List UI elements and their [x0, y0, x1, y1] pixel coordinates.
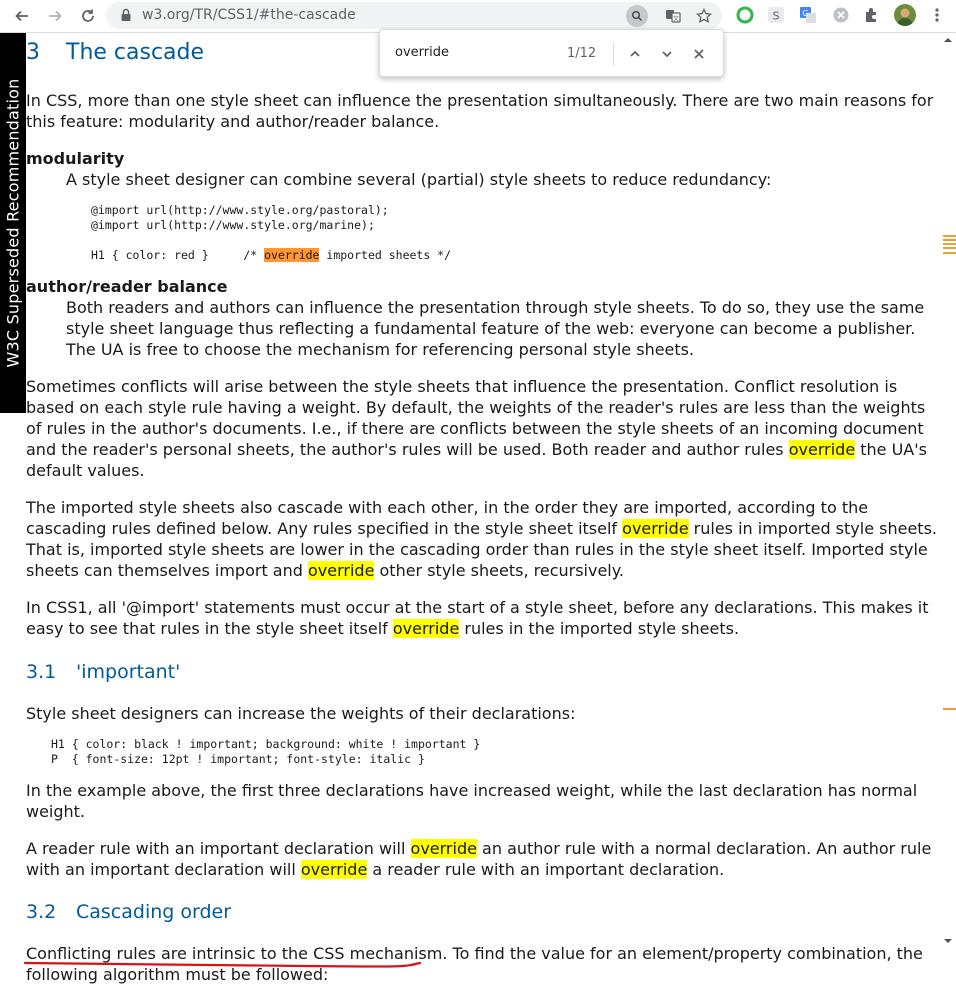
section-number: 3 — [26, 40, 40, 65]
scroll-down-arrow-icon[interactable] — [943, 936, 953, 946]
find-match: override — [300, 860, 368, 879]
intro-paragraph: In CSS, more than one style sheet can in… — [26, 91, 934, 131]
annotated-phrase: Conflicting rules are intrinsic to the C… — [24, 943, 442, 968]
close-icon — [694, 49, 704, 59]
find-match: override — [308, 561, 375, 580]
paragraph-text: A reader rule with an important declarat… — [26, 839, 411, 858]
back-button[interactable] — [10, 4, 34, 28]
find-input[interactable]: override — [395, 45, 545, 63]
find-match: override — [392, 619, 460, 638]
reload-button[interactable] — [76, 4, 100, 28]
bookmark-star-icon[interactable] — [693, 5, 715, 27]
term-modularity: modularity — [26, 149, 125, 168]
example-explanation-paragraph: In the example above, the first three de… — [26, 781, 918, 821]
reasons-list: modularity A style sheet designer can co… — [26, 148, 940, 360]
extension-s-icon[interactable]: S — [766, 5, 786, 25]
term-author-reader-balance: author/reader balance — [26, 277, 228, 296]
arrow-left-icon — [15, 10, 28, 22]
code-line: imported sheets */ — [319, 248, 452, 262]
arrow-right-icon — [49, 10, 62, 22]
code-line: @import url(http://www.style.org/pastora… — [91, 203, 389, 217]
find-match-count: 1/12 — [567, 46, 597, 61]
find-marker — [943, 235, 956, 237]
forward-button[interactable] — [43, 4, 67, 28]
code-line: P { font-size: 12pt ! important; font-st… — [51, 752, 425, 766]
red-underline-annotation — [24, 961, 422, 968]
code-line: H1 { color: black ! important; backgroun… — [51, 737, 481, 751]
extension-green-circle-icon[interactable] — [735, 5, 755, 25]
scroll-up-arrow-icon[interactable] — [943, 35, 953, 45]
svg-text:G: G — [802, 9, 808, 18]
extensions-puzzle-icon[interactable] — [862, 5, 882, 25]
find-marker — [943, 252, 956, 254]
svg-text:S: S — [773, 10, 780, 23]
find-match: override — [410, 839, 477, 858]
url-text: w3.org/TR/CSS1/#the-cascade — [142, 7, 356, 23]
conflicting-rules-paragraph: Conflicting rules are intrinsic to the C… — [24, 943, 940, 985]
chevron-down-icon — [662, 51, 672, 58]
lock-icon — [121, 8, 131, 21]
code-line: @import url(http://www.style.org/marine)… — [91, 218, 375, 232]
profile-avatar[interactable] — [894, 4, 916, 26]
find-match: override — [622, 519, 689, 538]
reload-icon — [82, 9, 94, 22]
menu-kebab-icon[interactable] — [927, 5, 947, 25]
find-divider — [613, 42, 614, 66]
reader-rule-paragraph: A reader rule with an important declarat… — [26, 838, 940, 880]
section-number: 3.1 — [26, 661, 57, 683]
find-marker — [943, 708, 956, 710]
svg-text:文: 文 — [673, 15, 679, 23]
code-example-important: H1 { color: black ! important; backgroun… — [51, 737, 940, 767]
find-bar: override 1/12 — [379, 29, 724, 77]
find-in-page-icon[interactable] — [626, 5, 648, 27]
find-next-button[interactable] — [655, 42, 679, 66]
imported-sheets-paragraph: The imported style sheets also cascade w… — [26, 497, 940, 581]
find-match-current: override — [264, 248, 320, 262]
definition-text: A style sheet designer can combine sever… — [66, 170, 772, 189]
paragraph-text: rules in the imported style sheets. — [459, 619, 740, 638]
section-number: 3.2 — [26, 901, 57, 923]
conflicts-paragraph: Sometimes conflicts will arise between t… — [26, 376, 940, 481]
section-title: The cascade — [66, 40, 205, 65]
find-marker-current — [943, 239, 956, 241]
find-match: override — [788, 440, 856, 459]
vertical-scrollbar[interactable] — [940, 33, 956, 948]
extension-translate-icon[interactable]: G — [798, 5, 818, 25]
definition-modularity: A style sheet designer can combine sever… — [66, 169, 940, 263]
find-previous-button[interactable] — [623, 42, 647, 66]
import-statements-paragraph: In CSS1, all '@import' statements must o… — [26, 597, 940, 639]
section-title: Cascading order — [76, 901, 232, 923]
find-close-button[interactable] — [687, 42, 711, 66]
code-example-import: @import url(http://www.style.org/pastora… — [91, 203, 940, 263]
code-line: H1 { color: red } /* — [91, 248, 265, 262]
chevron-up-icon — [630, 50, 640, 57]
extension-gray-icon[interactable] — [831, 5, 851, 25]
translate-icon[interactable]: 文 — [662, 5, 684, 27]
document-body: 3 The cascade In CSS, more than one style… — [24, 33, 940, 985]
paragraph-text: other style sheets, recursively. — [374, 561, 625, 580]
address-bar[interactable]: w3.org/TR/CSS1/#the-cascade 文 — [106, 2, 722, 29]
badge-text: W3C Superseded Recommendation — [3, 78, 23, 368]
section-title: 'important' — [76, 661, 181, 683]
find-marker — [943, 247, 956, 249]
w3c-status-badge[interactable]: W3C Superseded Recommendation — [0, 33, 26, 413]
find-marker — [943, 243, 956, 245]
paragraph-text: a reader rule with an important declarat… — [367, 860, 725, 879]
definition-author-reader-balance: Both readers and authors can influence t… — [66, 298, 925, 359]
section-heading-important: 3.1 'important' — [26, 660, 940, 684]
weights-paragraph: Style sheet designers can increase the w… — [26, 704, 576, 723]
section-heading-cascading-order: 3.2 Cascading order — [26, 900, 940, 924]
